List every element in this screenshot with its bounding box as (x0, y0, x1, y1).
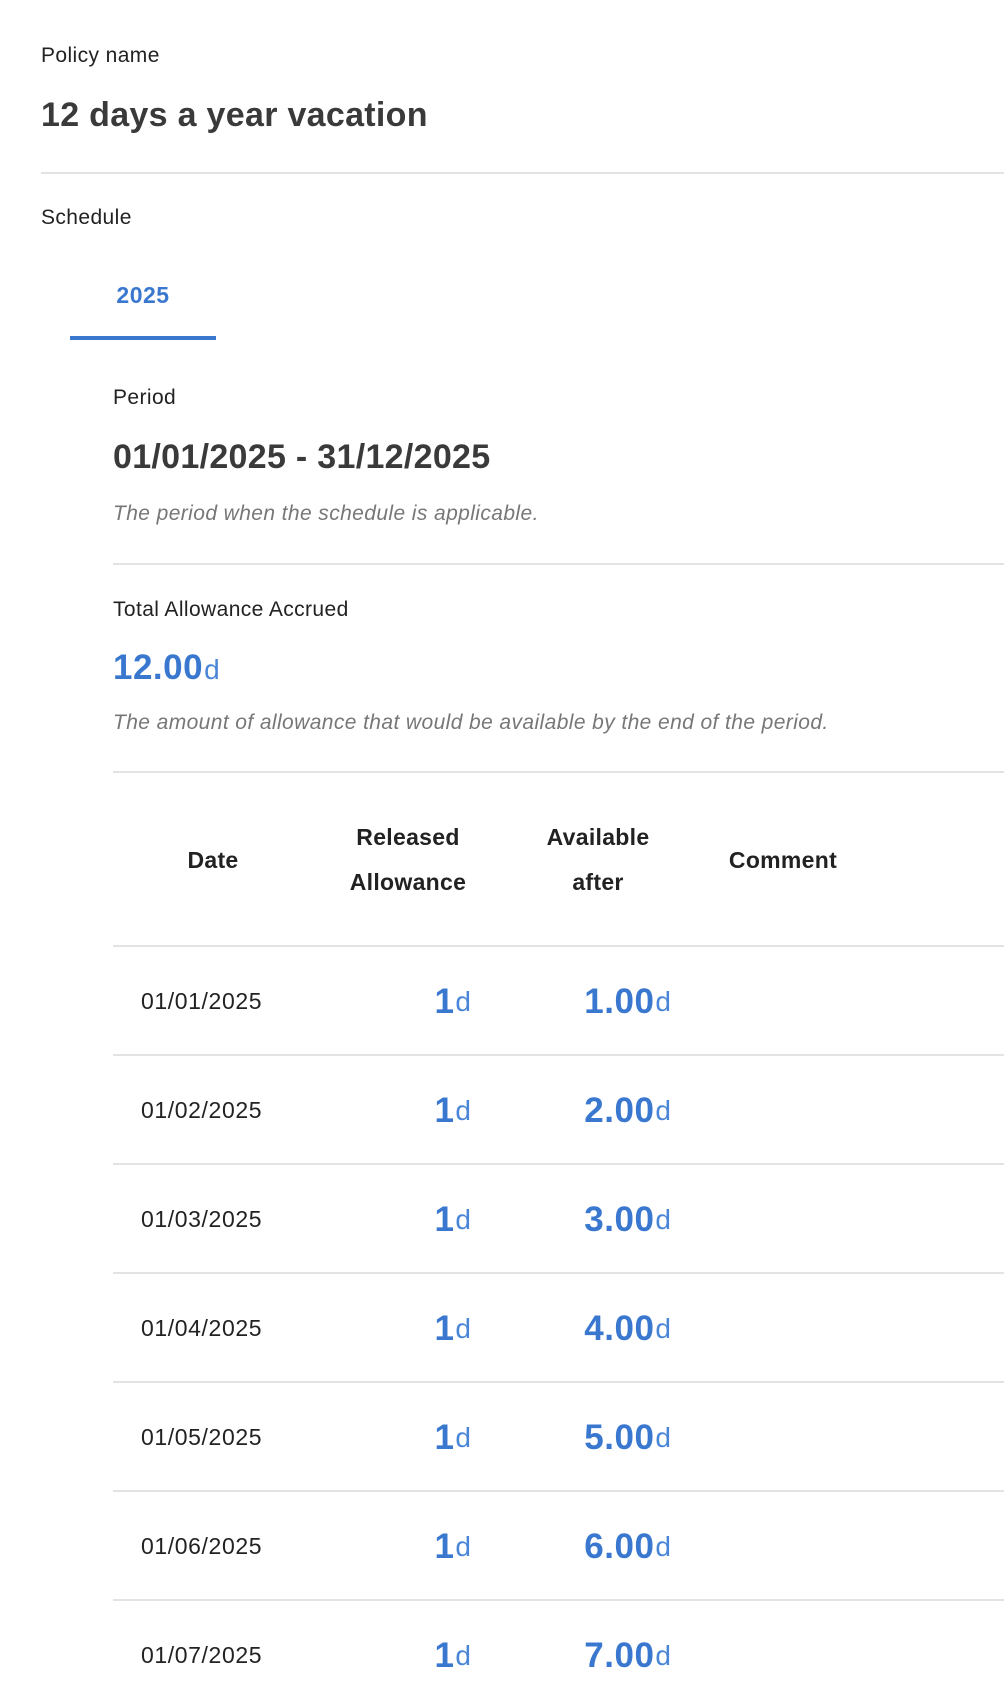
policy-name-label: Policy name (41, 44, 160, 67)
row-available-after: 7.00 d (584, 1601, 671, 1688)
row-released-allowance: 1d (434, 1383, 471, 1492)
tab-2025[interactable]: 2025 (70, 270, 216, 340)
column-header-available-line2: after (572, 869, 624, 895)
table-row: 01/01/2025 1d 1.00 d (113, 947, 1004, 1056)
row-date: 01/05/2025 (141, 1424, 263, 1450)
policy-name-value: 12 days a year vacation (41, 96, 428, 134)
available-number: 1.00 (584, 981, 655, 1021)
available-unit: d (655, 1530, 671, 1562)
released-number: 1 (434, 1199, 455, 1239)
accrual-schedule-table: Date Released Allowance Available after … (113, 773, 1004, 1688)
available-number: 6.00 (584, 1526, 655, 1566)
table-row: 01/07/2025 1d 7.00 d (113, 1601, 1004, 1688)
column-header-available-after: Available after (493, 773, 703, 947)
available-unit: d (655, 985, 671, 1017)
total-allowance-value: 12.00d (113, 648, 220, 688)
table-row: 01/03/2025 1d 3.00 d (113, 1165, 1004, 1274)
released-number: 1 (434, 1417, 455, 1457)
released-number: 1 (434, 1526, 455, 1566)
schedule-label: Schedule (41, 206, 132, 229)
total-allowance-label: Total Allowance Accrued (113, 598, 349, 621)
table-header: Date Released Allowance Available after … (113, 773, 1004, 947)
column-header-available-line1: Available (546, 824, 650, 850)
period-label: Period (113, 386, 177, 409)
column-header-released-line1: Released (356, 824, 460, 850)
available-number: 3.00 (584, 1199, 655, 1239)
released-unit: d (455, 1639, 471, 1671)
row-released-allowance: 1d (434, 947, 471, 1056)
released-unit: d (455, 1421, 471, 1453)
row-date: 01/02/2025 (141, 1097, 263, 1123)
row-released-allowance: 1d (434, 1274, 471, 1383)
row-available-after: 5.00 d (584, 1383, 671, 1492)
released-number: 1 (434, 1308, 455, 1348)
released-unit: d (455, 985, 471, 1017)
leave-policy-page: Policy name 12 days a year vacation Sche… (0, 0, 1004, 1688)
divider (41, 172, 1004, 174)
row-available-after: 3.00 d (584, 1165, 671, 1274)
available-unit: d (655, 1094, 671, 1126)
row-date: 01/01/2025 (141, 988, 263, 1014)
released-unit: d (455, 1312, 471, 1344)
row-available-after: 1.00 d (584, 947, 671, 1056)
column-header-comment: Comment (683, 773, 883, 947)
column-header-comment-text: Comment (728, 846, 838, 873)
table-body: 01/01/2025 1d 1.00 d 01/02/2025 1d 2.00 d … (113, 947, 1004, 1688)
active-tab-indicator (70, 336, 216, 340)
available-unit: d (655, 1312, 671, 1344)
row-released-allowance: 1d (434, 1056, 471, 1165)
row-released-allowance: 1d (434, 1165, 471, 1274)
row-date: 01/06/2025 (141, 1533, 263, 1559)
period-value: 01/01/2025 - 31/12/2025 (113, 438, 491, 476)
row-available-after: 2.00 d (584, 1056, 671, 1165)
total-allowance-help-text: The amount of allowance that would be av… (113, 711, 829, 734)
column-header-date: Date (113, 773, 313, 947)
table-row: 01/06/2025 1d 6.00 d (113, 1492, 1004, 1601)
available-number: 7.00 (584, 1635, 655, 1675)
divider (113, 563, 1004, 565)
table-row: 01/04/2025 1d 4.00 d (113, 1274, 1004, 1383)
available-number: 2.00 (584, 1090, 655, 1130)
released-unit: d (455, 1094, 471, 1126)
column-header-date-text: Date (187, 846, 239, 873)
row-released-allowance: 1d (434, 1492, 471, 1601)
available-unit: d (655, 1639, 671, 1671)
row-available-after: 4.00 d (584, 1274, 671, 1383)
column-header-released-allowance: Released Allowance (303, 773, 513, 947)
row-date: 01/07/2025 (141, 1642, 263, 1668)
total-allowance-unit: d (204, 654, 220, 685)
released-number: 1 (434, 981, 455, 1021)
released-number: 1 (434, 1090, 455, 1130)
row-date: 01/04/2025 (141, 1315, 263, 1341)
column-header-released-line2: Allowance (349, 869, 467, 895)
row-released-allowance: 1d (434, 1601, 471, 1688)
table-row: 01/05/2025 1d 5.00 d (113, 1383, 1004, 1492)
table-row: 01/02/2025 1d 2.00 d (113, 1056, 1004, 1165)
available-unit: d (655, 1421, 671, 1453)
available-number: 4.00 (584, 1308, 655, 1348)
available-unit: d (655, 1203, 671, 1235)
row-available-after: 6.00 d (584, 1492, 671, 1601)
row-date: 01/03/2025 (141, 1206, 263, 1232)
released-unit: d (455, 1203, 471, 1235)
period-help-text: The period when the schedule is applicab… (113, 502, 539, 525)
released-number: 1 (434, 1635, 455, 1675)
total-allowance-number: 12.00 (113, 648, 204, 687)
tab-label: 2025 (116, 282, 170, 308)
available-number: 5.00 (584, 1417, 655, 1457)
released-unit: d (455, 1530, 471, 1562)
